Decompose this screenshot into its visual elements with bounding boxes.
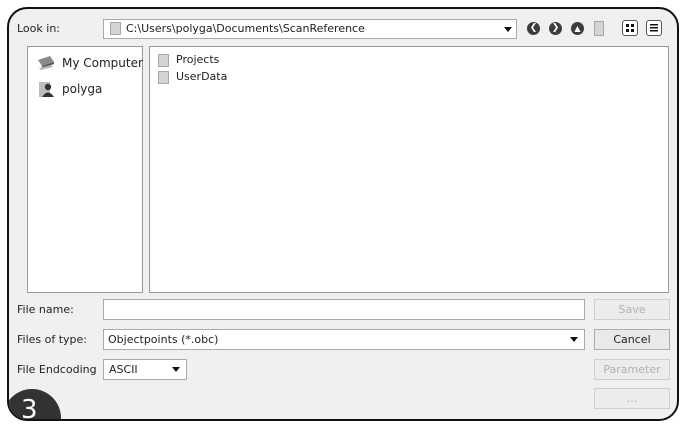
- look-in-combobox[interactable]: C:\Users\polyga\Documents\ScanReference: [103, 19, 517, 39]
- files-of-type-value: Objectpoints (*.obc): [108, 333, 219, 346]
- file-name: UserData: [176, 70, 228, 83]
- current-path: C:\Users\polyga\Documents\ScanReference: [126, 22, 365, 35]
- grid-icon: [626, 24, 634, 32]
- sidebar: My Computer polyga: [27, 46, 143, 293]
- file-name-label: File name:: [17, 303, 74, 316]
- detail-view-button[interactable]: [646, 20, 662, 36]
- up-folder-button[interactable]: ▲: [571, 22, 584, 35]
- sidebar-item-label: polyga: [62, 82, 103, 96]
- forward-button[interactable]: ❯: [549, 22, 562, 35]
- more-button[interactable]: ...: [594, 388, 670, 409]
- file-name: Projects: [176, 53, 220, 66]
- computer-icon: [38, 56, 54, 70]
- look-in-label: Look in:: [17, 22, 60, 35]
- chevron-down-icon: [570, 337, 578, 342]
- save-button[interactable]: Save: [594, 299, 670, 320]
- sidebar-item-label: My Computer: [62, 56, 143, 70]
- file-dialog: Look in: C:\Users\polyga\Documents\ScanR…: [7, 7, 679, 421]
- file-encoding-select[interactable]: ASCII: [103, 359, 187, 380]
- sidebar-item-polyga[interactable]: polyga: [36, 79, 140, 101]
- files-of-type-select[interactable]: Objectpoints (*.obc): [103, 329, 585, 350]
- parameter-button[interactable]: Parameter: [594, 359, 670, 380]
- user-icon: [39, 82, 54, 97]
- chevron-down-icon: [504, 27, 512, 32]
- cancel-button[interactable]: Cancel: [594, 329, 670, 350]
- step-number-badge: 3: [9, 389, 61, 419]
- new-folder-icon[interactable]: [594, 21, 604, 36]
- back-button[interactable]: ❮: [527, 22, 540, 35]
- file-name-input[interactable]: [103, 299, 585, 320]
- file-encoding-value: ASCII: [109, 363, 138, 376]
- details-icon: [650, 24, 658, 32]
- folder-icon: [110, 22, 121, 35]
- chevron-down-icon: [172, 367, 180, 372]
- sidebar-item-my-computer[interactable]: My Computer: [36, 53, 143, 75]
- folder-icon: [158, 71, 169, 84]
- file-encoding-label: File Endcoding: [17, 363, 97, 376]
- files-of-type-label: Files of type:: [17, 333, 88, 346]
- folder-icon: [158, 54, 169, 67]
- file-list[interactable]: Projects UserData: [149, 46, 669, 293]
- list-view-button[interactable]: [622, 20, 638, 36]
